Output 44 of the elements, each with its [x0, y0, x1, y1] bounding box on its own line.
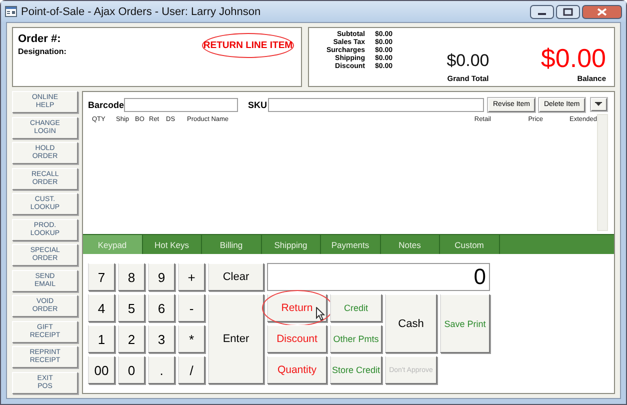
- keypad-button[interactable]: Other Pmts: [330, 325, 382, 353]
- keypad-button[interactable]: 9: [148, 263, 175, 291]
- keypad-button[interactable]: 8: [118, 263, 145, 291]
- keypad-button[interactable]: Save Print: [440, 294, 490, 353]
- keypad-button[interactable]: 00: [88, 356, 115, 384]
- app-icon: [5, 6, 17, 17]
- mouse-pointer-icon: [316, 307, 325, 321]
- barcode-label: Barcode: [88, 100, 124, 110]
- keypad-button[interactable]: .: [148, 356, 175, 384]
- keypad-button[interactable]: Cash: [385, 294, 437, 353]
- keypad-button[interactable]: 3: [148, 325, 175, 353]
- keypad-button[interactable]: *: [178, 325, 205, 353]
- callout-label: RETURN LINE ITEM: [202, 33, 294, 58]
- keypad-button[interactable]: -: [178, 294, 205, 322]
- keypad-button[interactable]: +: [178, 263, 205, 291]
- keypad-button[interactable]: Quantity: [267, 356, 327, 384]
- keypad-button[interactable]: Clear: [208, 263, 264, 291]
- barcode-field[interactable]: [124, 98, 238, 112]
- order-number-label: Order #:: [18, 33, 61, 45]
- keypad-button[interactable]: 4: [88, 294, 115, 322]
- window-title: Point-of-Sale - Ajax Orders - User: Larry Johnson: [21, 6, 262, 18]
- keypad-button[interactable]: 0: [118, 356, 145, 384]
- dropdown-arrow-icon: [595, 102, 602, 107]
- balance-value: $0.00: [540, 45, 606, 71]
- keypad-button[interactable]: Discount: [267, 325, 327, 353]
- keypad-button[interactable]: /: [178, 356, 205, 384]
- keypad-button[interactable]: Return: [267, 294, 327, 322]
- designation-label: Designation:: [18, 47, 66, 56]
- grand-total-value: $0.00: [446, 51, 490, 71]
- sku-label: SKU: [248, 100, 268, 110]
- keypad-button[interactable]: 2: [118, 325, 145, 353]
- keypad-button[interactable]: Credit: [330, 294, 382, 322]
- keypad-button[interactable]: Store Credit: [330, 356, 382, 384]
- keypad-button[interactable]: 1: [88, 325, 115, 353]
- dropdown-button[interactable]: [590, 98, 607, 111]
- amount-display: 0: [267, 263, 490, 291]
- keypad-button[interactable]: Enter: [208, 294, 264, 384]
- keypad-button[interactable]: 7: [88, 263, 115, 291]
- minimize-button[interactable]: [530, 4, 554, 18]
- close-button[interactable]: [582, 4, 622, 18]
- keypad-button[interactable]: 5: [118, 294, 145, 322]
- keypad-button[interactable]: 6: [148, 294, 175, 322]
- maximize-button[interactable]: [556, 4, 580, 18]
- sku-field[interactable]: [268, 98, 484, 112]
